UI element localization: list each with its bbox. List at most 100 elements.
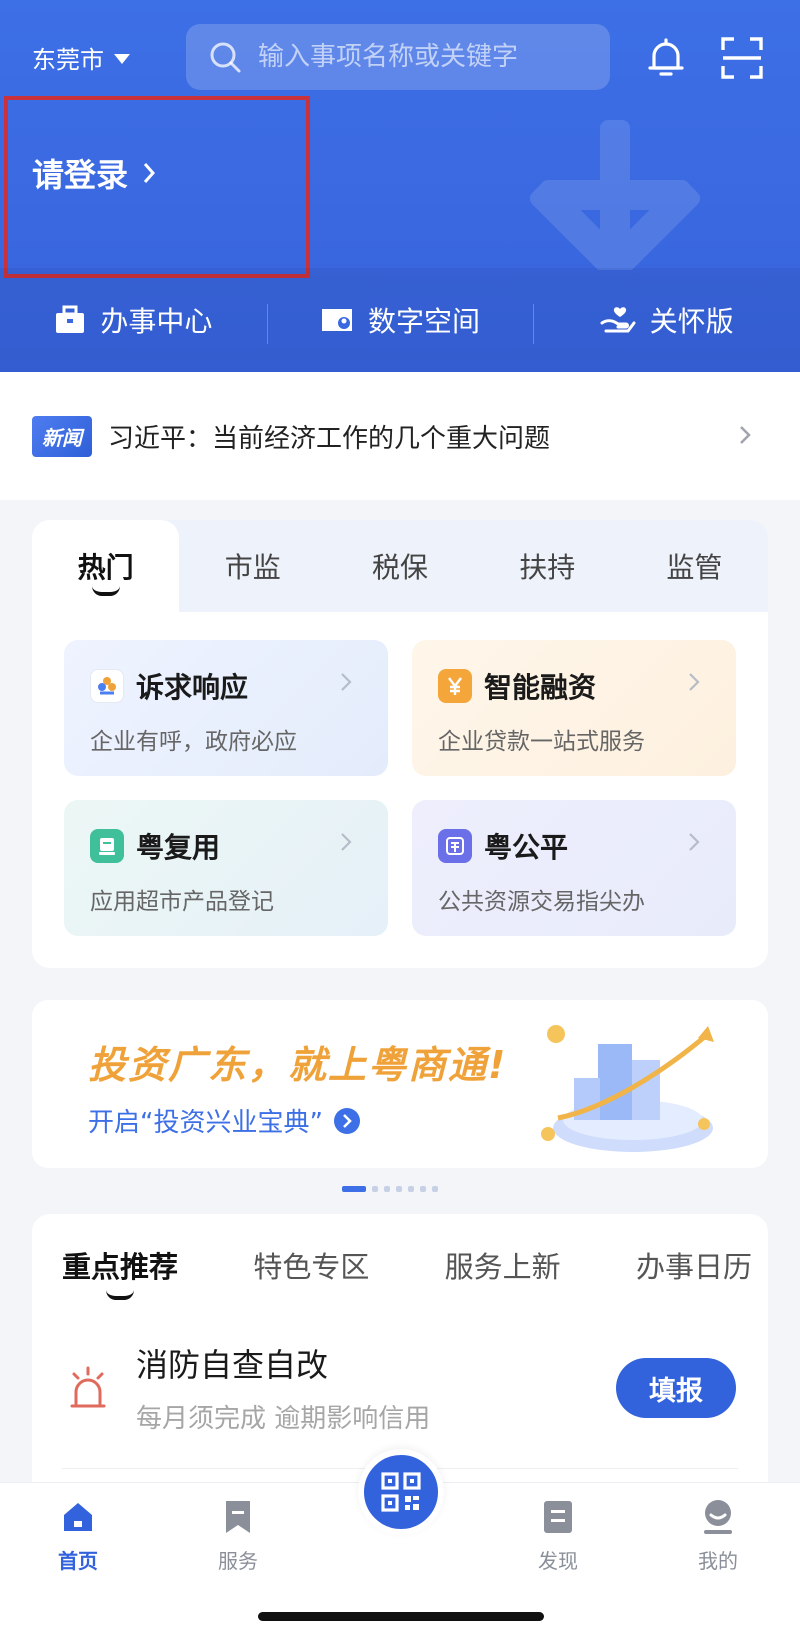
nav-label: 我的 [698,1549,738,1573]
news-tag: 新闻 [32,415,92,457]
digital-space-icon [322,309,352,331]
promo-banner[interactable]: 投资广东，就上粤商通! 开启“投资兴业宝典” [32,1000,768,1168]
fill-report-button[interactable]: 填报 [616,1358,736,1418]
nav-label: 发现 [538,1549,578,1573]
flower-icon [90,669,124,703]
tab-label: 办事日历 [635,1250,752,1284]
scan-icon[interactable] [720,36,764,80]
pagination-dot-active [342,1186,366,1192]
quick-link-label: 关怀版 [649,305,734,338]
qr-code-icon [381,1472,421,1512]
service-subtitle: 应用超市产品登记 [90,889,274,915]
tab-tax-insurance[interactable]: 税保 [326,520,473,612]
home-icon [64,1503,92,1531]
bookmark-icon [226,1501,250,1533]
reuse-icon [90,829,124,863]
fair-icon [438,829,472,863]
nav-profile[interactable]: 我的 [668,1497,768,1574]
quick-link-care-version[interactable]: 关怀版 [533,300,800,344]
banner-pagination [342,1186,438,1192]
header: 东莞市 请登录 [0,0,800,372]
service-title: 诉求响应 [136,671,249,704]
service-tab-card: 热门 市监 税保 扶持 监管 诉求响应 企业有呼，政府必应 智能融资 企业贷款一… [32,520,768,968]
city-label: 东莞市 [32,46,104,74]
top-bar: 东莞市 [0,22,800,92]
quick-link-digital-space[interactable]: 数字空间 [266,300,534,344]
briefcase-icon [56,305,85,333]
service-title: 粤复用 [136,831,221,864]
search-bar[interactable] [186,24,610,90]
tab-support[interactable]: 扶持 [474,520,621,612]
active-indicator [91,586,120,596]
service-subtitle: 公共资源交易指尖办 [438,889,645,915]
arrow-circle-icon [333,1107,360,1134]
logo-watermark-icon [529,120,701,270]
recommend-item-subtitle: 每月须完成 逾期影响信用 [136,1404,431,1434]
service-title: 粤公平 [484,831,569,864]
banner-subtitle: 开启“投资兴业宝典” [88,1108,323,1138]
tab-label: 监管 [666,551,723,584]
tab-label: 重点推荐 [62,1250,179,1284]
city-selector[interactable]: 东莞市 [32,40,130,75]
quick-link-service-center[interactable]: 办事中心 [0,300,267,340]
nav-label: 首页 [58,1549,98,1573]
yuan-icon [438,669,472,703]
service-card-appeal-response[interactable]: 诉求响应 企业有呼，政府必应 [64,640,388,776]
chevron-right-icon [341,833,352,851]
news-ticker[interactable]: 新闻 习近平：当前经济工作的几个重大问题 [0,372,800,500]
banner-title: 投资广东，就上粤商通! [88,1043,508,1087]
pagination-dot [420,1186,426,1192]
chevron-right-icon [689,673,700,691]
discover-icon [544,1501,572,1533]
chevron-right-icon [689,833,700,851]
tab-label: 热门 [77,551,134,584]
quick-links: 办事中心 数字空间 关怀版 [0,268,800,372]
service-subtitle: 企业有呼，政府必应 [90,729,297,755]
banner-link[interactable]: 开启“投资兴业宝典” [88,1102,361,1139]
city-illustration-icon [541,1025,714,1152]
tab-label: 服务上新 [444,1250,561,1284]
quick-link-label: 数字空间 [368,305,481,338]
nav-home[interactable]: 首页 [28,1497,128,1574]
nav-label: 服务 [218,1549,258,1573]
service-card-yue-reuse[interactable]: 粤复用 应用超市产品登记 [64,800,388,936]
recommend-item-title: 消防自查自改 [136,1346,329,1384]
pagination-dot [396,1186,402,1192]
news-headline: 习近平：当前经济工作的几个重大问题 [108,423,551,454]
tab-label: 税保 [372,551,429,584]
tab-new-services[interactable]: 服务上新 [445,1244,561,1286]
chevron-right-icon [740,426,751,444]
alarm-light-icon [70,1366,106,1408]
tab-market-supervision[interactable]: 市监 [179,520,326,612]
pagination-dot [432,1186,438,1192]
active-indicator [106,1290,134,1300]
nav-discover[interactable]: 发现 [508,1497,608,1574]
tab-hot[interactable]: 热门 [32,520,180,612]
pagination-dot [384,1186,390,1192]
tab-regulation[interactable]: 监管 [621,520,768,612]
service-card-yue-fair[interactable]: 粤公平 公共资源交易指尖办 [412,800,736,936]
service-title: 智能融资 [484,671,597,704]
tab-label: 特色专区 [253,1250,370,1284]
quick-link-label: 办事中心 [100,305,213,338]
tab-key-recommend[interactable]: 重点推荐 [62,1244,179,1300]
caret-down-icon [114,53,130,64]
home-indicator [258,1612,544,1621]
bell-icon[interactable] [642,34,690,82]
service-subtitle: 企业贷款一站式服务 [438,729,645,755]
care-hand-icon [600,307,636,333]
search-input[interactable] [258,42,588,72]
qr-code-button[interactable] [358,1449,444,1535]
profile-icon [704,1500,732,1534]
tab-label: 市监 [224,551,281,584]
tab-label: 扶持 [519,551,576,584]
service-tabs: 热门 市监 税保 扶持 监管 [32,520,768,612]
chevron-right-icon [341,673,352,691]
pagination-dot [372,1186,378,1192]
nav-services[interactable]: 服务 [188,1497,288,1574]
service-card-smart-financing[interactable]: 智能融资 企业贷款一站式服务 [412,640,736,776]
highlight-annotation [4,96,310,278]
tab-service-calendar[interactable]: 办事日历 [636,1244,752,1286]
tab-featured-zone[interactable]: 特色专区 [253,1244,369,1286]
recommend-tabs: 重点推荐 特色专区 服务上新 办事日历 [62,1244,752,1300]
